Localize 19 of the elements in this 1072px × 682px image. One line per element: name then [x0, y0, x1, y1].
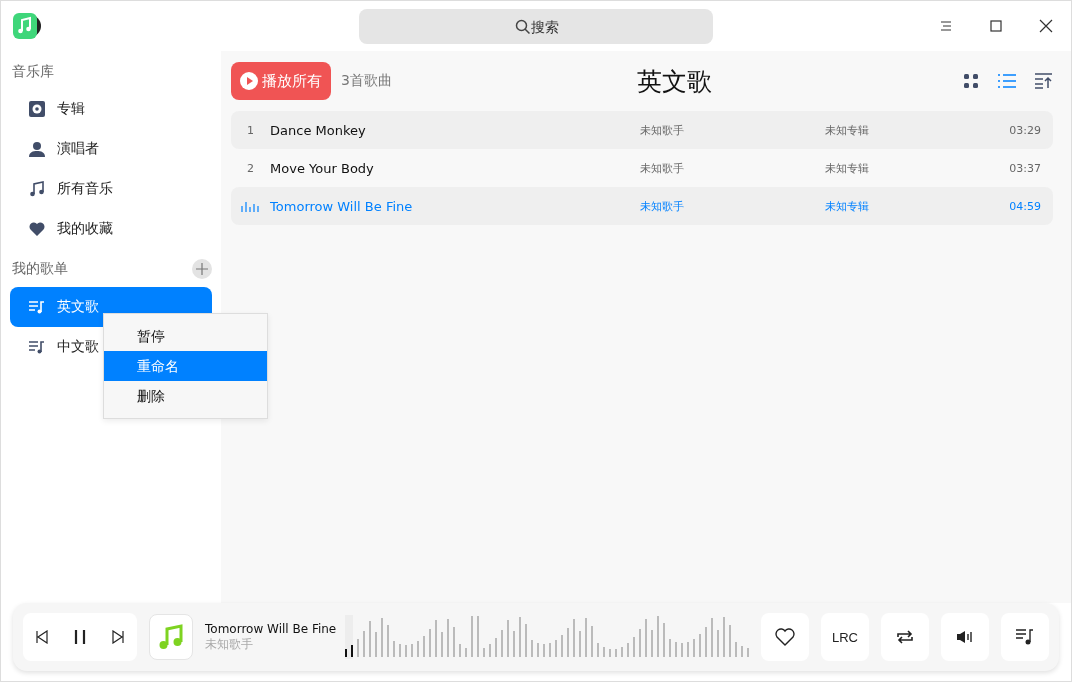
song-title: Tomorrow Will Be Fine: [270, 198, 414, 214]
section-heading: 我的歌单: [12, 260, 68, 278]
song-artist: 未知歌手: [639, 198, 685, 214]
song-artist: 未知歌手: [639, 122, 685, 138]
playlist-title: 英文歌: [637, 65, 712, 98]
track-number: 2: [247, 161, 255, 175]
song-duration: 03:37: [1009, 161, 1042, 175]
song-duration: 03:29: [1009, 123, 1042, 137]
now-playing-artist: 未知歌手: [205, 635, 254, 653]
song-title: Move Your Body: [270, 160, 375, 176]
song-album: 未知专辑: [824, 160, 870, 176]
track-number: 1: [247, 123, 255, 137]
section-heading: 音乐库: [11, 62, 55, 81]
song-artist: 未知歌手: [639, 160, 685, 176]
song-count: 3首歌曲: [341, 72, 392, 90]
song-album: 未知专辑: [824, 122, 870, 138]
song-album: 未知专辑: [824, 198, 870, 214]
song-title: Dance Monkey: [270, 122, 367, 138]
song-duration: 04:59: [1009, 199, 1042, 213]
